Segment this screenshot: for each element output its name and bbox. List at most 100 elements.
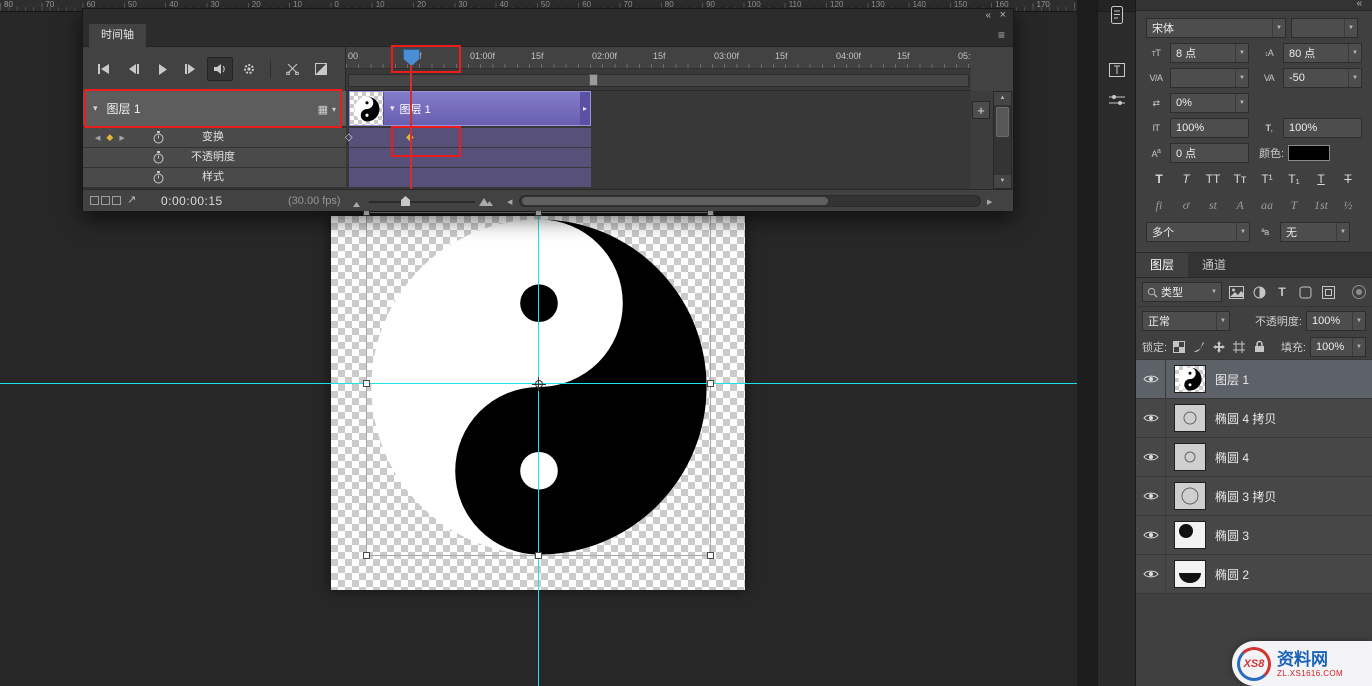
ligatures-button[interactable]: fi <box>1146 195 1172 216</box>
collapse-panel-icon[interactable]: « <box>985 10 991 21</box>
property-row-style[interactable]: 样式 <box>83 168 346 187</box>
kerning-select[interactable]: ▼ <box>1170 68 1249 88</box>
layer-row[interactable]: 椭圆 4 <box>1136 438 1372 477</box>
vertical-scale-input[interactable]: 100% <box>1170 118 1249 138</box>
transform-handle[interactable] <box>363 552 370 559</box>
zoom-slider-thumb[interactable] <box>401 196 410 206</box>
strikethrough-button[interactable]: T <box>1335 168 1361 189</box>
scroll-left-icon[interactable]: ◀ <box>507 198 512 206</box>
timeline-time-ruler[interactable]: 0015f01:00f15f02:00f15f03:00f15f04:00f15… <box>346 47 971 69</box>
keyframe-diamond-icon[interactable]: ◆ <box>106 132 113 143</box>
layer-row[interactable]: 椭圆 2 <box>1136 555 1372 594</box>
layer-row[interactable]: 图层 1 <box>1136 360 1372 399</box>
transform-selection-box[interactable] <box>366 212 711 556</box>
anti-alias-select[interactable]: 无 ▼ <box>1280 222 1350 242</box>
keyframe-icon[interactable]: ◇ <box>345 133 353 143</box>
subscript-button[interactable]: T₁ <box>1281 168 1307 189</box>
collapsed-panel-icon-2[interactable] <box>1105 58 1129 82</box>
tab-timeline[interactable]: 时间轴 <box>89 24 146 47</box>
clip-settings-icon[interactable]: ▦ <box>318 103 328 116</box>
transform-handle[interactable] <box>707 552 714 559</box>
transition-button[interactable] <box>308 57 334 81</box>
split-at-playhead-button[interactable] <box>279 57 305 81</box>
scroll-up-icon[interactable]: ▲ <box>994 92 1011 105</box>
style-track[interactable] <box>349 168 591 187</box>
visibility-toggle[interactable] <box>1136 516 1166 554</box>
transform-track[interactable]: ◇ ◆ <box>349 128 591 147</box>
scrollbar-thumb[interactable] <box>996 107 1009 137</box>
go-to-first-frame-button[interactable] <box>91 57 117 81</box>
previous-keyframe-icon[interactable]: ◀ <box>95 134 100 142</box>
layer-row[interactable]: 椭圆 4 拷贝 <box>1136 399 1372 438</box>
layer-thumbnail[interactable] <box>1174 404 1206 432</box>
proportional-spacing-select[interactable]: 0% ▼ <box>1170 93 1249 113</box>
mute-audio-button[interactable] <box>207 57 233 81</box>
next-keyframe-icon[interactable]: ▶ <box>119 134 124 142</box>
discretionary-ligatures-button[interactable]: st <box>1200 195 1226 216</box>
filter-toggle-icon[interactable] <box>1352 285 1366 299</box>
font-size-select[interactable]: 8 点 ▼ <box>1170 43 1249 63</box>
filter-adjustment-layers-icon[interactable] <box>1250 283 1268 301</box>
visibility-toggle[interactable] <box>1136 477 1166 515</box>
tracking-select[interactable]: -50 ▼ <box>1283 68 1362 88</box>
filter-pixel-layers-icon[interactable] <box>1227 283 1245 301</box>
lock-transparent-pixels-icon[interactable] <box>1171 339 1187 355</box>
transform-handle[interactable] <box>707 380 714 387</box>
chevron-down-icon[interactable]: ▾ <box>93 103 98 114</box>
property-row-opacity[interactable]: 不透明度 <box>83 148 346 167</box>
clip-end-handle[interactable]: ▸ <box>580 92 590 125</box>
lock-image-pixels-icon[interactable] <box>1191 339 1207 355</box>
small-caps-button[interactable]: Tᴛ <box>1227 168 1253 189</box>
lock-position-icon[interactable] <box>1211 339 1227 355</box>
filter-smart-objects-icon[interactable] <box>1319 283 1337 301</box>
filter-kind-select[interactable]: 类型 ▼ <box>1142 282 1222 302</box>
work-area-bar[interactable] <box>346 69 971 91</box>
close-icon[interactable]: × <box>1000 9 1006 21</box>
layer-thumbnail[interactable] <box>1174 365 1206 393</box>
reference-point-icon[interactable] <box>532 377 546 391</box>
next-frame-button[interactable] <box>178 57 204 81</box>
scrollbar-thumb[interactable] <box>522 197 828 205</box>
faux-bold-button[interactable]: T <box>1146 168 1172 189</box>
collapse-dock-icon[interactable]: « <box>1356 0 1362 9</box>
horizontal-scale-input[interactable]: 100% <box>1283 118 1362 138</box>
visibility-toggle[interactable] <box>1136 399 1166 437</box>
opacity-track[interactable] <box>349 148 591 167</box>
lock-all-icon[interactable] <box>1251 339 1267 355</box>
work-area-handle[interactable] <box>589 74 598 86</box>
visibility-toggle[interactable] <box>1136 360 1166 398</box>
layer-track-header[interactable]: ▾ 图层 1 ▦ ▾ <box>83 91 346 127</box>
lock-artboard-icon[interactable] <box>1231 339 1247 355</box>
previous-frame-button[interactable] <box>120 57 146 81</box>
baseline-shift-input[interactable]: 0 点 <box>1170 143 1249 163</box>
vertical-scrollbar[interactable]: ▲ ▼ <box>993 91 1012 189</box>
visibility-toggle[interactable] <box>1136 555 1166 593</box>
filter-type-layers-icon[interactable]: T <box>1273 283 1291 301</box>
collapsed-panel-icon-1[interactable] <box>1105 3 1129 27</box>
add-media-button[interactable]: + <box>972 101 990 119</box>
language-select[interactable]: 多个 ▼ <box>1146 222 1250 242</box>
visibility-toggle[interactable] <box>1136 438 1166 476</box>
render-arrow-icon[interactable]: ↗ <box>127 193 136 206</box>
layer-thumbnail[interactable] <box>1174 443 1206 471</box>
blend-mode-select[interactable]: 正常 ▼ <box>1142 311 1230 331</box>
fractions-button[interactable]: ½ <box>1335 195 1361 216</box>
layer-row[interactable]: 椭圆 3 <box>1136 516 1372 555</box>
layer-thumbnail[interactable] <box>1174 482 1206 510</box>
swash-button[interactable]: A <box>1227 195 1253 216</box>
timeline-settings-button[interactable] <box>236 57 262 81</box>
layer-thumbnail[interactable] <box>1174 560 1206 588</box>
video-clip[interactable]: ▾ 图层 1 ▸ <box>349 91 591 126</box>
filter-shape-layers-icon[interactable] <box>1296 283 1314 301</box>
font-family-select[interactable]: 宋体 ▼ <box>1146 18 1286 38</box>
scroll-right-icon[interactable]: ▶ <box>987 198 992 206</box>
transform-handle[interactable] <box>363 380 370 387</box>
underline-button[interactable]: T <box>1308 168 1334 189</box>
collapsed-panel-icon-3[interactable] <box>1105 88 1129 112</box>
layer-thumbnail[interactable] <box>1174 521 1206 549</box>
font-style-select[interactable]: ▼ <box>1291 18 1358 38</box>
text-color-swatch[interactable] <box>1288 145 1330 161</box>
titling-alternates-button[interactable]: T <box>1281 195 1307 216</box>
opacity-input[interactable]: 100% ▼ <box>1306 311 1366 331</box>
tab-channels[interactable]: 通道 <box>1188 253 1240 277</box>
